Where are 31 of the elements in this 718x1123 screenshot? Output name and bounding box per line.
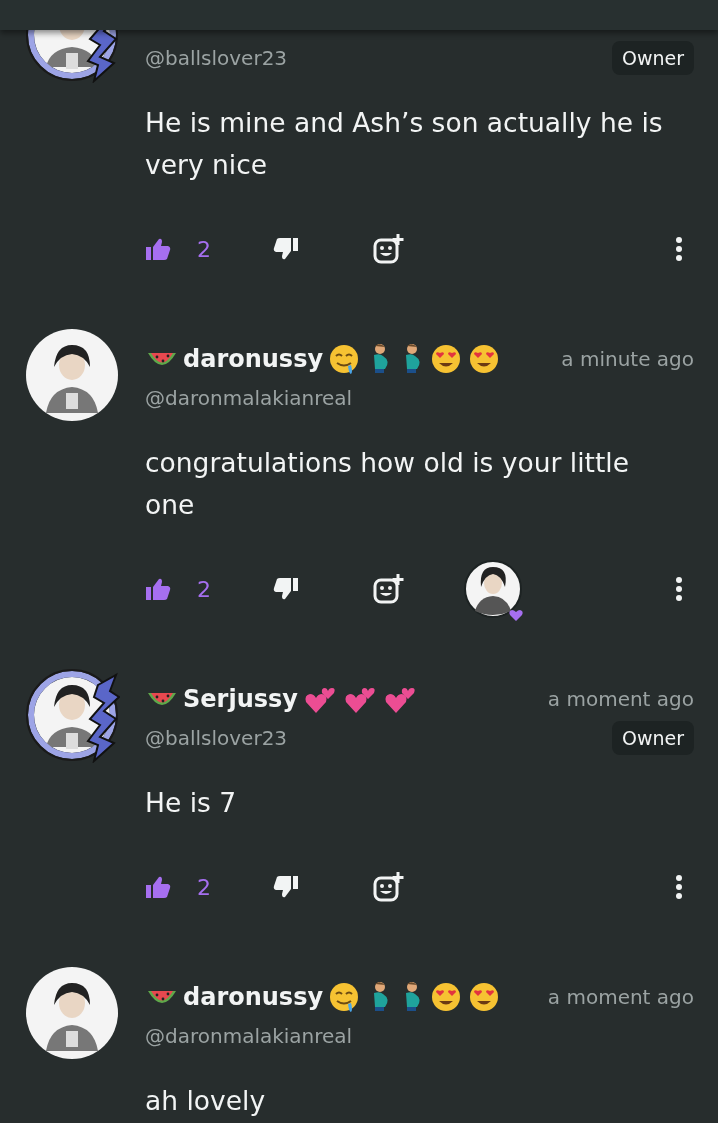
user-handle: @daronmalakianreal (145, 385, 353, 412)
user-name: daronussy (183, 344, 324, 375)
thumbs-up-icon[interactable] (145, 577, 171, 601)
more-options-icon[interactable] (674, 236, 684, 262)
thumbs-down-icon[interactable] (273, 237, 299, 261)
user-handle: @ballslover23 (145, 45, 288, 72)
thumbs-down-icon[interactable] (273, 875, 299, 899)
thumbs-up-icon[interactable] (145, 237, 171, 261)
more-options-icon[interactable] (674, 874, 684, 900)
add-reaction-icon[interactable] (373, 573, 405, 605)
add-reaction-icon[interactable] (373, 233, 405, 265)
thumbs-up-icon[interactable] (145, 875, 171, 899)
timestamp: a minute ago (561, 346, 694, 373)
owner-badge: Owner (611, 720, 694, 756)
user-name: Serjussy (183, 684, 298, 715)
like-count: 2 (197, 575, 212, 604)
user-handle: @daronmalakianreal (145, 1023, 353, 1050)
comment-text: ah lovely (145, 1084, 267, 1118)
timestamp: a moment ago (547, 686, 694, 713)
comment-text: He is 7 (145, 786, 238, 820)
more-options-icon[interactable] (674, 576, 684, 602)
thumbs-down-icon[interactable] (273, 577, 299, 601)
like-count: 2 (197, 235, 212, 264)
comment-text: congratulations how old is your little one (145, 446, 630, 522)
owner-badge: Owner (611, 40, 694, 76)
like-count: 2 (197, 873, 212, 902)
user-name: daronussy (183, 982, 324, 1013)
comment-text: He is mine and Ash’s son actually he is very nice (145, 106, 664, 182)
timestamp: a moment ago (547, 984, 694, 1011)
user-handle: @ballslover23 (145, 725, 288, 752)
add-reaction-icon[interactable] (373, 871, 405, 903)
